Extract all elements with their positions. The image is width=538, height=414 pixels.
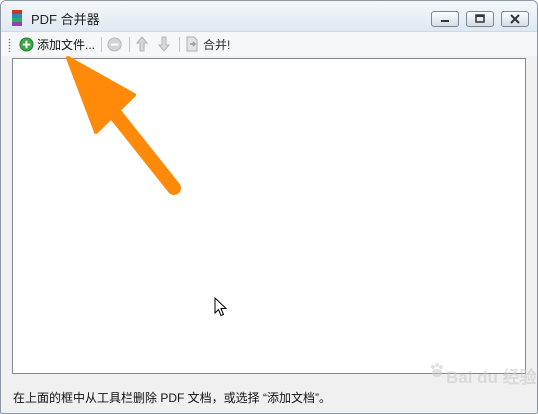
paw-icon (431, 363, 443, 377)
annotation-arrow (66, 56, 181, 195)
watermark-text: Bai du 经验 (446, 368, 537, 387)
watermark: Bai du 经验 (428, 355, 537, 389)
mouse-cursor-icon (214, 297, 228, 317)
